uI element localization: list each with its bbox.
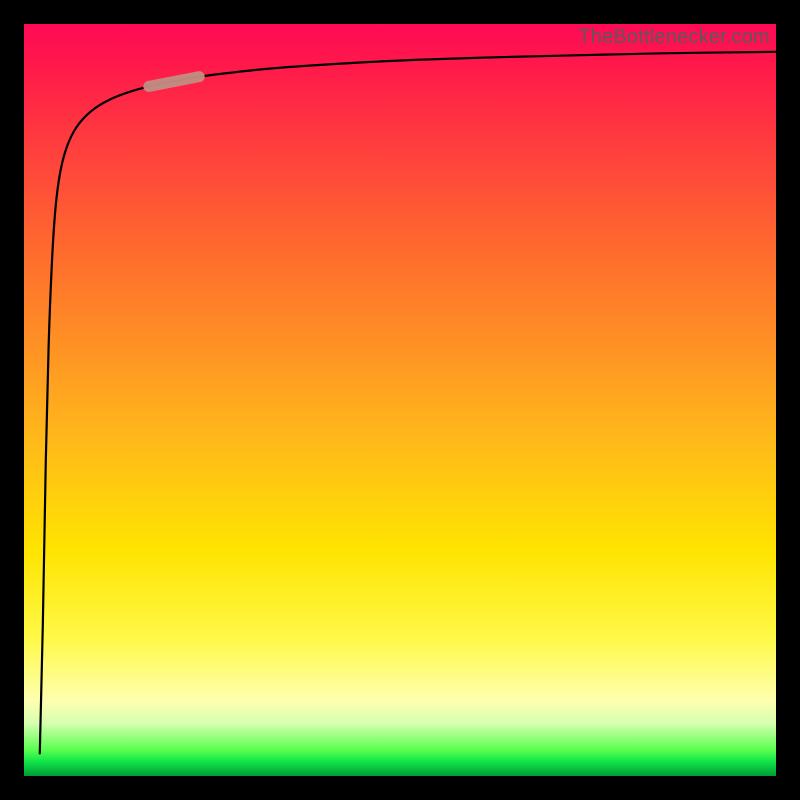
plot-area: TheBottlenecker.com	[24, 24, 776, 776]
chart-frame: TheBottlenecker.com	[0, 0, 800, 800]
bottleneck-curve	[40, 52, 776, 754]
curve-layer	[24, 24, 776, 776]
highlight-marker	[149, 77, 199, 87]
